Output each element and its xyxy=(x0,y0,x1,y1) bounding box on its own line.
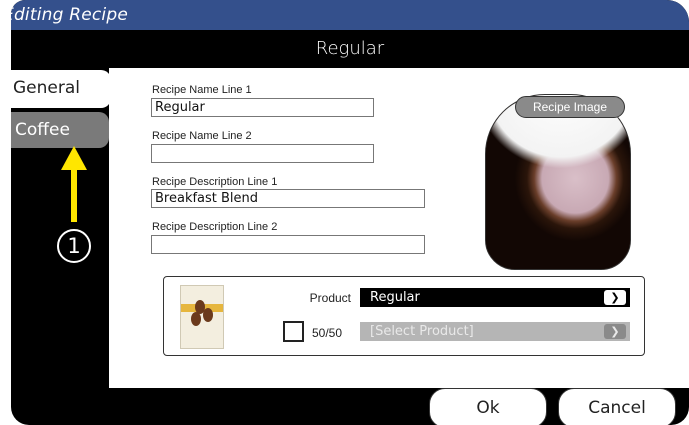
recipe-image-button[interactable]: Recipe Image xyxy=(515,96,625,118)
annotation-arrow-shaft xyxy=(71,167,77,222)
annotation-callout-number: 1 xyxy=(57,229,91,263)
name-line1-input[interactable]: Regular xyxy=(151,98,374,117)
desc-line1-input[interactable]: Breakfast Blend xyxy=(151,189,425,208)
recipe-editor-window: Editing Recipe Regular General Coffee Re… xyxy=(11,0,689,425)
name-line2-input[interactable] xyxy=(151,144,374,163)
recipe-image-frame[interactable] xyxy=(485,94,631,270)
fifty-fifty-checkbox[interactable] xyxy=(283,321,304,342)
cancel-button[interactable]: Cancel xyxy=(558,388,676,425)
tab-general[interactable]: General xyxy=(11,70,111,108)
tab-general-label: General xyxy=(13,78,80,98)
tab-coffee[interactable]: Coffee xyxy=(11,112,109,148)
product-select[interactable]: Regular ❯ xyxy=(360,288,630,307)
title-bar: Editing Recipe xyxy=(11,0,689,30)
desc-line2-input[interactable] xyxy=(151,235,425,254)
fifty-fifty-label: 50/50 xyxy=(312,326,343,340)
coffee-bag-icon xyxy=(180,285,224,349)
desc-line1-label: Recipe Description Line 1 xyxy=(152,176,278,188)
product-label: Product xyxy=(309,291,351,305)
chevron-down-icon: ❯ xyxy=(604,324,626,339)
desc-line2-label: Recipe Description Line 2 xyxy=(152,221,278,233)
fifty-fifty-product-select[interactable]: [Select Product] ❯ xyxy=(360,322,630,341)
name-line2-label: Recipe Name Line 2 xyxy=(152,130,252,142)
name-line1-label: Recipe Name Line 1 xyxy=(152,84,252,96)
general-panel: Recipe Name Line 1 Regular Recipe Name L… xyxy=(109,68,689,388)
fifty-fifty-select-value: [Select Product] xyxy=(370,324,474,339)
ok-button[interactable]: Ok xyxy=(429,388,547,425)
bean-shape xyxy=(191,312,201,326)
tab-coffee-label: Coffee xyxy=(15,120,70,140)
chevron-down-icon: ❯ xyxy=(604,290,626,305)
window-title: Editing Recipe xyxy=(11,5,129,25)
bean-shape xyxy=(203,308,213,322)
product-selection-box: Product Regular ❯ 50/50 [Select Product]… xyxy=(163,276,645,356)
product-select-value: Regular xyxy=(370,290,420,305)
recipe-header-title: Regular xyxy=(315,38,385,59)
